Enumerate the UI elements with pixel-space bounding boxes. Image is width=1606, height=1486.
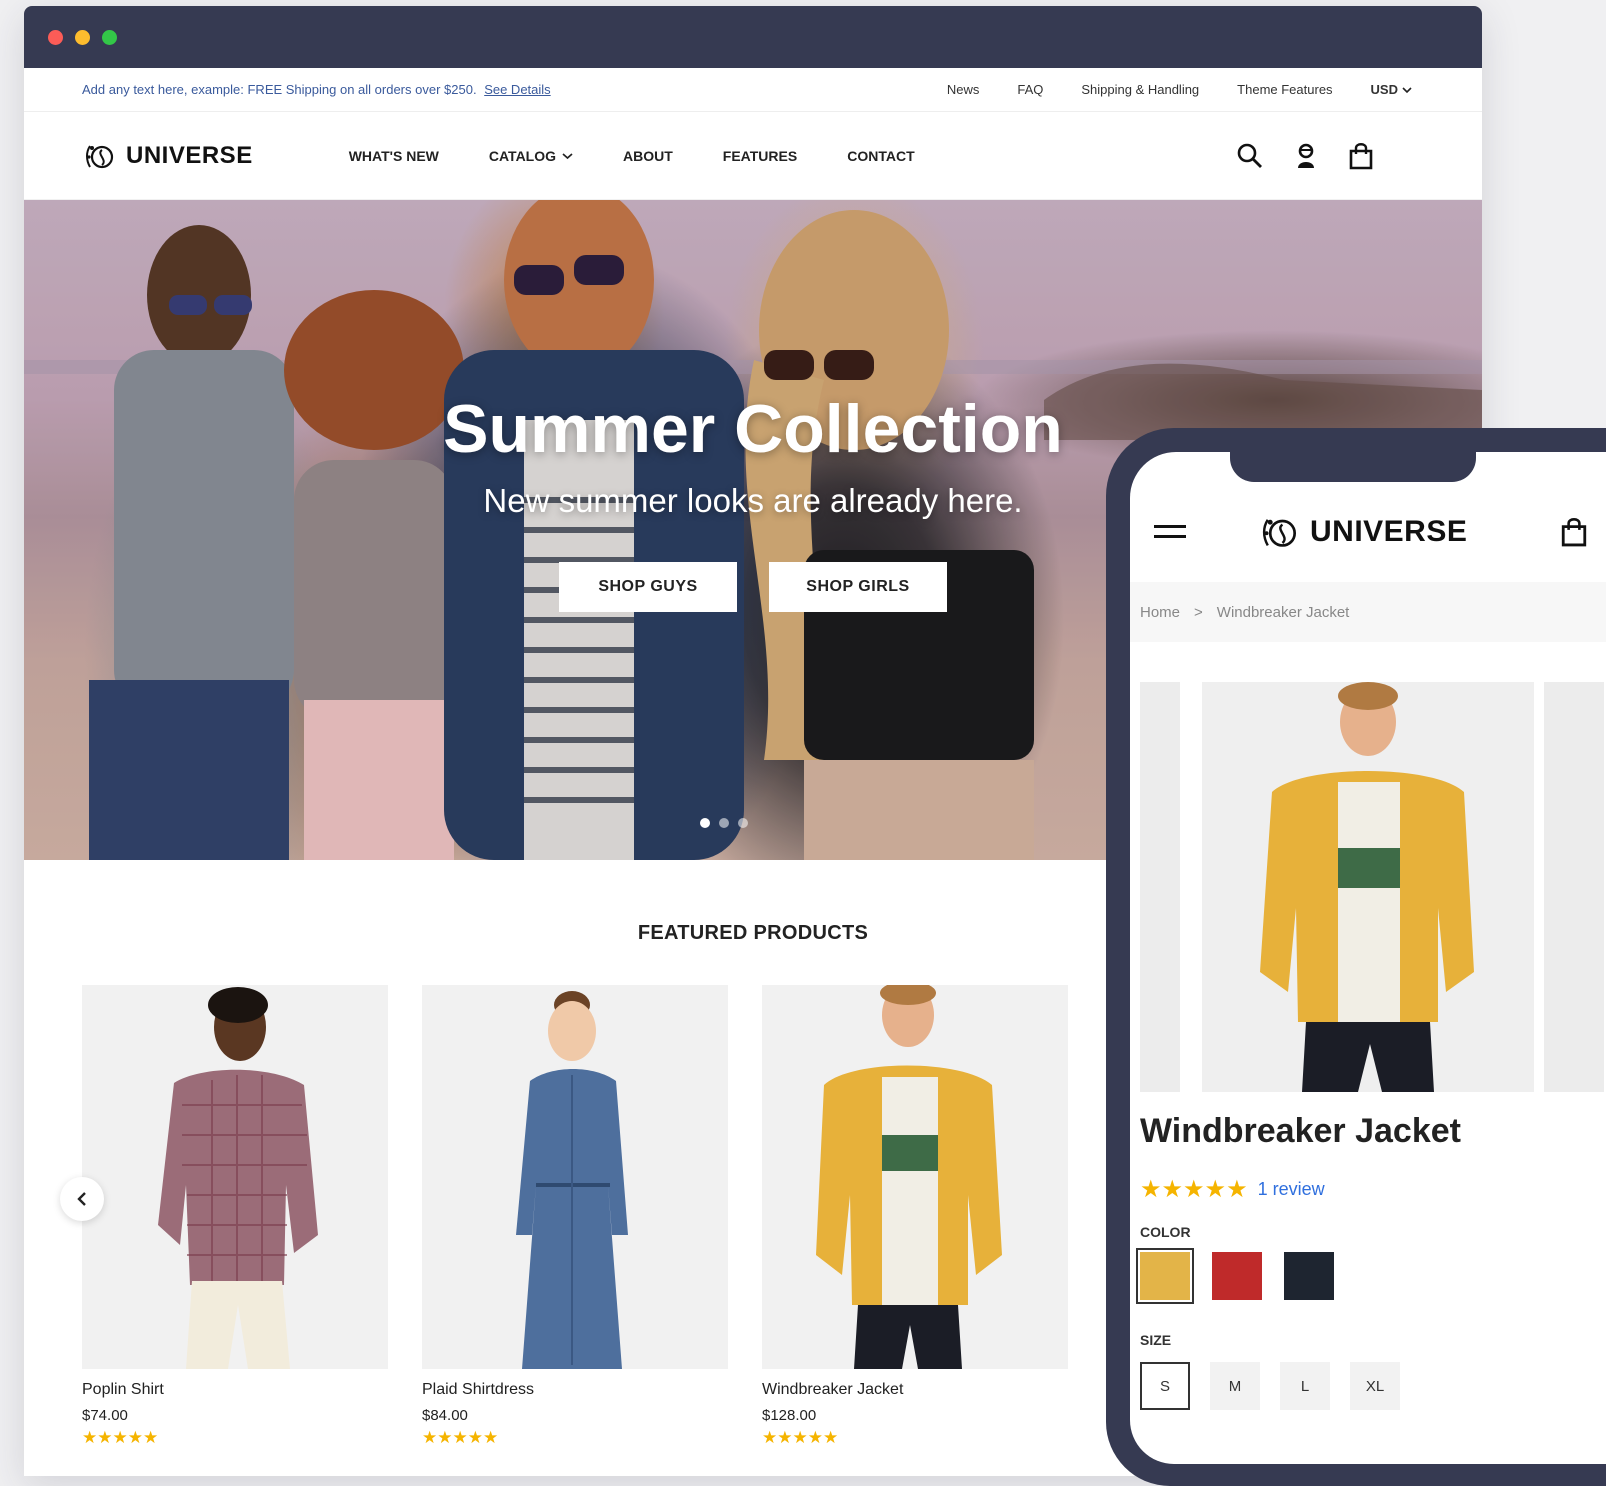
breadcrumb-current: Windbreaker Jacket: [1216, 603, 1350, 621]
reviews-link[interactable]: 1 review: [1258, 1179, 1325, 1200]
search-icon[interactable]: [1236, 142, 1264, 170]
product-gallery: [1140, 682, 1606, 1092]
product-name[interactable]: Windbreaker Jacket: [762, 1381, 1068, 1399]
main-nav: WHAT'S NEW CATALOG ABOUT FEATURES CONTAC…: [349, 148, 915, 164]
product-price: $74.00: [82, 1407, 128, 1424]
currency-label: USD: [1370, 82, 1398, 97]
logo-icon: [86, 144, 114, 168]
phone-screen: UNIVERSE Home > Windbreaker Jacket Windb…: [1130, 452, 1606, 1464]
window-maximize-button[interactable]: [102, 29, 117, 45]
nav-item-whats-new[interactable]: WHAT'S NEW: [349, 148, 439, 164]
product-photo-jacket: [1260, 682, 1474, 1092]
browser-chrome: [24, 6, 1482, 68]
product-photo-jacket: [816, 985, 1002, 1369]
rating-stars: ★★★★★: [82, 1428, 159, 1447]
gallery-prev-slide[interactable]: [1140, 682, 1180, 1092]
product-name[interactable]: Plaid Shirtdress: [422, 1381, 728, 1399]
product-rating: ★★★★★ 1 review: [1140, 1175, 1325, 1204]
nav-label: ABOUT: [623, 147, 673, 164]
mobile-header: UNIVERSE: [1130, 502, 1606, 562]
logo-text: UNIVERSE: [126, 141, 253, 169]
nav-label: CATALOG: [488, 147, 557, 164]
account-icon[interactable]: [1294, 142, 1318, 170]
chevron-down-icon: [562, 152, 573, 159]
rating-stars: ★★★★★: [1140, 1176, 1248, 1203]
carousel-prev-button[interactable]: [60, 1177, 104, 1221]
shop-guys-button[interactable]: SHOP GUYS: [559, 562, 737, 612]
gallery-main-image[interactable]: [1202, 682, 1534, 1092]
size-options: S M L XL: [1140, 1362, 1400, 1410]
product-card[interactable]: Windbreaker Jacket $128.00 ★★★★★: [762, 985, 1068, 1448]
nav-item-about[interactable]: ABOUT: [623, 148, 673, 164]
color-swatch-yellow[interactable]: [1136, 1248, 1194, 1304]
breadcrumb-separator: >: [1194, 603, 1203, 621]
nav-item-features[interactable]: FEATURES: [723, 148, 797, 164]
top-links: News FAQ Shipping & Handling Theme Featu…: [947, 82, 1412, 97]
window-minimize-button[interactable]: [75, 29, 90, 45]
size-option-l[interactable]: L: [1280, 1362, 1330, 1410]
phone-notch: [1230, 452, 1476, 482]
slide-dot[interactable]: [719, 818, 729, 828]
currency-select[interactable]: USD: [1371, 82, 1412, 97]
cart-icon[interactable]: [1560, 516, 1588, 548]
logo-icon: [1262, 519, 1297, 547]
top-link-faq[interactable]: FAQ: [1017, 82, 1043, 97]
phone-mockup: UNIVERSE Home > Windbreaker Jacket Windb…: [1106, 428, 1606, 1486]
cart-icon[interactable]: [1348, 142, 1374, 170]
product-name[interactable]: Poplin Shirt: [82, 1381, 388, 1399]
product-image[interactable]: [762, 985, 1068, 1369]
breadcrumb: Home > Windbreaker Jacket: [1130, 582, 1606, 642]
size-option-xl[interactable]: XL: [1350, 1362, 1400, 1410]
chevron-down-icon: [1402, 86, 1412, 93]
product-card[interactable]: Poplin Shirt $74.00 ★★★★★: [82, 985, 388, 1448]
product-image[interactable]: [422, 985, 728, 1369]
color-swatch-navy[interactable]: [1284, 1252, 1334, 1300]
mobile-logo[interactable]: UNIVERSE: [1258, 510, 1467, 554]
slide-dot[interactable]: [738, 818, 748, 828]
nav-item-contact[interactable]: CONTACT: [847, 148, 914, 164]
product-price: $84.00: [422, 1407, 468, 1424]
color-swatches: [1136, 1248, 1334, 1304]
breadcrumb-home[interactable]: Home: [1140, 604, 1180, 621]
shop-girls-button[interactable]: SHOP GIRLS: [769, 562, 947, 612]
announcement-bar: Add any text here, example: FREE Shippin…: [24, 68, 1482, 112]
nav-label: WHAT'S NEW: [348, 147, 439, 164]
color-swatch-red[interactable]: [1212, 1252, 1262, 1300]
menu-icon[interactable]: [1154, 521, 1188, 543]
slider-dots: [700, 818, 748, 828]
product-card[interactable]: Plaid Shirtdress $84.00 ★★★★★: [422, 985, 728, 1448]
logo[interactable]: UNIVERSE: [82, 138, 253, 174]
gallery-next-slide[interactable]: [1544, 682, 1604, 1092]
product-photo-shirt: [158, 987, 318, 1369]
announcement: Add any text here, example: FREE Shippin…: [82, 82, 551, 97]
logo-text: UNIVERSE: [1310, 515, 1468, 548]
slide-dot[interactable]: [700, 818, 710, 828]
window-close-button[interactable]: [48, 29, 63, 45]
nav-label: CONTACT: [847, 147, 915, 164]
size-option-s[interactable]: S: [1140, 1362, 1190, 1410]
top-link-shipping[interactable]: Shipping & Handling: [1081, 82, 1199, 97]
product-image[interactable]: [82, 985, 388, 1369]
product-title: Windbreaker Jacket: [1140, 1112, 1461, 1150]
color-label: COLOR: [1140, 1224, 1191, 1240]
product-photo-dress: [516, 991, 628, 1369]
see-details-link[interactable]: See Details: [484, 82, 550, 97]
rating-stars: ★★★★★: [762, 1428, 839, 1447]
size-label: SIZE: [1140, 1332, 1172, 1348]
header-icons: [1236, 142, 1374, 170]
nav-label: FEATURES: [722, 147, 798, 164]
announcement-text: Add any text here, example: FREE Shippin…: [82, 82, 477, 97]
top-link-news[interactable]: News: [947, 82, 980, 97]
size-option-m[interactable]: M: [1210, 1362, 1260, 1410]
site-header: UNIVERSE WHAT'S NEW CATALOG ABOUT FEATUR…: [24, 112, 1482, 200]
product-price: $128.00: [762, 1407, 817, 1424]
rating-stars: ★★★★★: [422, 1428, 499, 1447]
nav-item-catalog[interactable]: CATALOG: [489, 148, 573, 164]
chevron-left-icon: [77, 1192, 86, 1206]
top-link-theme-features[interactable]: Theme Features: [1237, 82, 1332, 97]
